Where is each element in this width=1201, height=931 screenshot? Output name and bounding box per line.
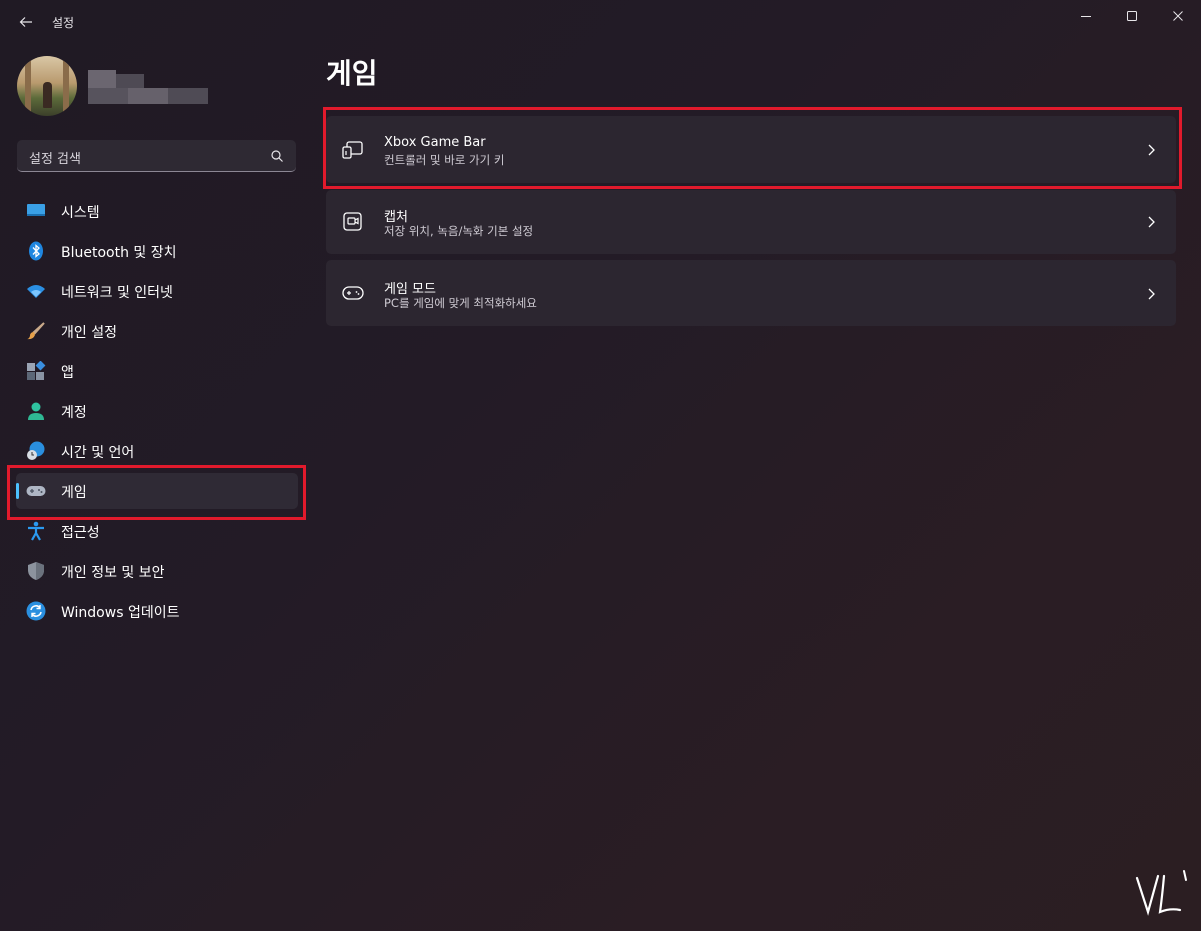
sidebar-item-label: 접근성 [61,525,100,541]
sidebar-item-label: 시간 및 언어 [61,445,135,461]
update-icon [26,601,46,621]
brush-icon [27,322,45,340]
sidebar-item-label: 계정 [61,405,87,421]
sidebar-item-label: 개인 설정 [61,325,117,341]
sidebar-item-time-language[interactable]: 시간 및 언어 [16,433,298,469]
signature-watermark [1135,870,1187,916]
sidebar-item-accounts[interactable]: 계정 [16,393,298,429]
apps-icon [27,361,46,380]
chevron-right-icon [1148,288,1155,300]
sidebar-item-label: 네트워크 및 인터넷 [61,285,173,301]
card-subtitle: 저장 위치, 녹음/녹화 기본 설정 [384,224,534,238]
search-box[interactable]: 설정 검색 [17,140,296,172]
chevron-right-icon [1148,216,1155,228]
maximize-icon [1127,11,1137,21]
blurred-account-name [88,70,208,106]
capture-icon [343,212,362,231]
shield-icon [28,562,44,580]
minimize-icon [1081,16,1091,17]
sidebar-nav: 시스템 Bluetooth 및 장치 네트워크 및 인터넷 개인 설정 앱 계정… [16,193,298,633]
game-mode-icon [342,286,364,300]
account-icon [28,402,44,420]
back-button[interactable] [12,8,40,36]
highlight-box-card [323,107,1182,189]
wifi-icon [27,285,45,298]
card-game-mode[interactable]: 게임 모드 PC를 게임에 맞게 최적화하세요 [326,260,1176,326]
back-arrow-icon [19,17,32,27]
time-language-icon [27,441,45,460]
sidebar-item-label: Bluetooth 및 장치 [61,245,177,261]
sidebar-item-network[interactable]: 네트워크 및 인터넷 [16,273,298,309]
bluetooth-icon [29,241,43,261]
sidebar-item-bluetooth[interactable]: Bluetooth 및 장치 [16,233,298,269]
avatar[interactable] [17,56,77,116]
minimize-button[interactable] [1063,0,1109,32]
sidebar-item-label: 개인 정보 및 보안 [61,565,165,581]
sidebar-item-label: 앱 [61,365,74,381]
sidebar-item-label: 시스템 [61,205,100,221]
card-capture[interactable]: 캡처 저장 위치, 녹음/녹화 기본 설정 [326,190,1176,254]
page-title: 게임 [326,57,378,90]
sidebar-item-personalization[interactable]: 개인 설정 [16,313,298,349]
accessibility-icon [28,521,44,541]
person-figure [43,82,52,108]
search-icon [271,150,283,162]
app-title: 설정 [52,16,75,30]
close-button[interactable] [1155,0,1201,32]
system-icon [27,204,45,216]
sidebar-item-privacy[interactable]: 개인 정보 및 보안 [16,553,298,589]
maximize-button[interactable] [1109,0,1155,32]
highlight-box-sidebar [7,465,306,520]
sidebar-item-system[interactable]: 시스템 [16,193,298,229]
sidebar-item-label: Windows 업데이트 [61,605,180,621]
search-placeholder: 설정 검색 [29,152,81,167]
title-bar: 설정 [0,0,1201,44]
card-subtitle: PC를 게임에 맞게 최적화하세요 [384,296,537,310]
close-icon [1173,11,1183,21]
sidebar-item-apps[interactable]: 앱 [16,353,298,389]
sidebar-item-windows-update[interactable]: Windows 업데이트 [16,593,298,629]
